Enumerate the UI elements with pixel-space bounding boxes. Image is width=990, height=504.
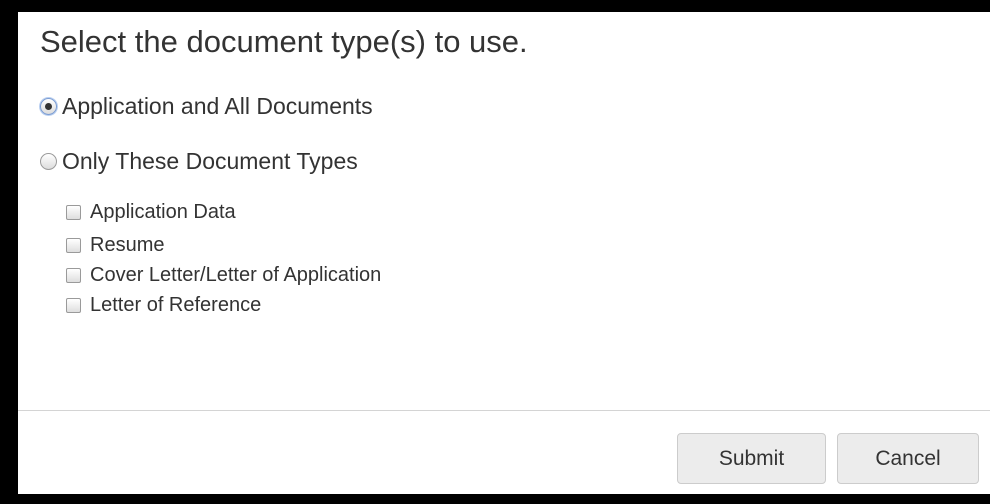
option-only-these-types-label: Only These Document Types xyxy=(62,147,358,174)
dialog-title: Select the document type(s) to use. xyxy=(40,24,528,59)
option-all-documents[interactable]: Application and All Documents xyxy=(40,91,373,121)
option-only-these-types[interactable]: Only These Document Types xyxy=(40,146,358,176)
doc-type-label: Letter of Reference xyxy=(90,293,262,316)
doc-type-label: Resume xyxy=(90,233,165,256)
document-type-dialog: Select the document type(s) to use. Appl… xyxy=(18,12,990,494)
radio-all-documents[interactable] xyxy=(40,97,57,115)
checkbox-application-data[interactable] xyxy=(66,205,81,220)
footer-divider xyxy=(18,410,990,411)
doc-type-cover-letter[interactable]: Cover Letter/Letter of Application xyxy=(66,260,381,290)
doc-type-resume[interactable]: Resume xyxy=(66,230,381,260)
submit-button[interactable]: Submit xyxy=(677,433,826,484)
option-all-documents-label: Application and All Documents xyxy=(62,92,373,119)
doc-type-label: Application Data xyxy=(90,201,236,223)
checkbox-letter-of-reference[interactable] xyxy=(66,297,81,313)
radio-only-these-types[interactable] xyxy=(40,152,57,170)
doc-type-label: Cover Letter/Letter of Application xyxy=(90,263,382,286)
doc-type-application-data[interactable]: Application Data xyxy=(66,198,381,227)
document-type-list: Application Data Resume Cover Letter/Let… xyxy=(66,198,381,320)
doc-type-letter-of-reference[interactable]: Letter of Reference xyxy=(66,290,381,320)
cancel-button[interactable]: Cancel xyxy=(837,433,979,484)
checkbox-resume[interactable] xyxy=(66,237,81,253)
checkbox-cover-letter[interactable] xyxy=(66,267,81,283)
